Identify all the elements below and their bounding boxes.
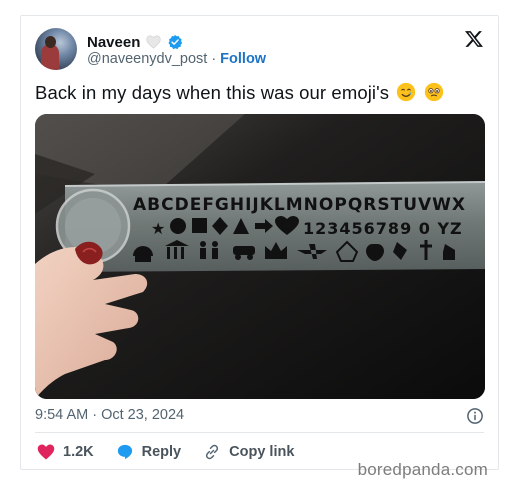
link-icon xyxy=(206,444,219,460)
smiling-face-with-tear-icon xyxy=(397,82,416,102)
tweet-image[interactable]: ABCDEFGHIJKLMNOPQRSTUVWX ★ 123456789 0 Y… xyxy=(35,114,485,399)
reply-button[interactable]: Reply xyxy=(116,443,182,461)
tweet-text-row: Back in my days when this was our emoji'… xyxy=(35,82,444,104)
handle-row: @naveenydv_post · Follow xyxy=(87,51,266,67)
stencil-photo: ABCDEFGHIJKLMNOPQRSTUVWX ★ 123456789 0 Y… xyxy=(35,114,485,399)
stencil-letters: ABCDEFGHIJKLMNOPQRSTUVWX xyxy=(133,195,466,215)
x-logo-icon[interactable] xyxy=(464,29,484,49)
info-icon[interactable] xyxy=(466,407,484,425)
author-handle[interactable]: @naveenydv_post xyxy=(87,51,207,67)
author-row: Naveen xyxy=(87,32,183,52)
like-count: 1.2K xyxy=(63,444,94,460)
tweet-card: Naveen @naveenydv_post · Follow Back in … xyxy=(20,15,499,479)
copy-link-label: Copy link xyxy=(229,444,295,460)
svg-text:★: ★ xyxy=(151,219,165,238)
author-name[interactable]: Naveen xyxy=(87,34,140,51)
heart-icon xyxy=(37,444,55,460)
verified-badge-icon xyxy=(168,35,183,50)
reply-label: Reply xyxy=(141,444,182,460)
white-heart-icon xyxy=(146,35,162,49)
divider xyxy=(35,432,484,433)
separator-dot: · xyxy=(211,51,217,67)
holding-back-tears-icon xyxy=(424,82,443,102)
action-bar: 1.2K Reply Copy link xyxy=(37,442,316,462)
copy-link-button[interactable]: Copy link xyxy=(203,443,294,461)
avatar-head xyxy=(45,36,56,48)
like-button[interactable]: 1.2K xyxy=(37,443,94,461)
follow-button[interactable]: Follow xyxy=(220,51,266,67)
timestamp[interactable]: 9:54 AM · Oct 23, 2024 xyxy=(35,407,184,423)
reply-bubble-icon xyxy=(117,444,132,460)
stencil-numbers: 123456789 0 YZ xyxy=(303,219,463,238)
watermark: boredpanda.com xyxy=(357,460,488,479)
avatar[interactable] xyxy=(35,28,77,70)
tweet-text: Back in my days when this was our emoji'… xyxy=(35,82,390,103)
